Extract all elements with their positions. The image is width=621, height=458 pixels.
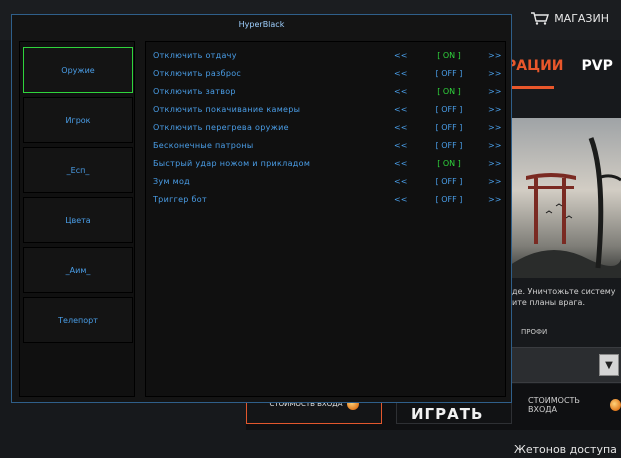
store-button[interactable]: МАГАЗИН — [531, 12, 609, 25]
option-state: [ ON ] — [437, 51, 461, 60]
option-state: [ OFF ] — [435, 69, 463, 78]
mission-image — [506, 118, 621, 278]
option-row: Отключить разброс << [ OFF ] >> — [146, 65, 505, 83]
tab-teleport[interactable]: Телепорт — [23, 297, 133, 343]
difficulty-bar: ▼ — [506, 347, 621, 383]
option-row: Зум мод << [ OFF ] >> — [146, 173, 505, 191]
option-row: Быстрый удар ножом и прикладом << [ ON ]… — [146, 155, 505, 173]
option-label: Быстрый удар ножом и прикладом — [153, 159, 311, 168]
option-row: Отключить затвор << [ ON ] >> — [146, 83, 505, 101]
option-state: [ OFF ] — [435, 141, 463, 150]
cheat-menu-title: HyperBlack — [238, 20, 285, 29]
option-label: Отключить перегрева оружие — [153, 123, 289, 132]
option-row: Отключить отдачу << [ ON ] >> — [146, 47, 505, 65]
tab-aim[interactable]: _Аим_ — [23, 247, 133, 293]
option-label: Отключить покачивание камеры — [153, 105, 301, 114]
cheat-menu-window: HyperBlack Оружие Игрок _Есп_ Цвета _Аим… — [11, 14, 512, 403]
store-label: МАГАЗИН — [554, 12, 609, 25]
option-state: [ ON ] — [437, 159, 461, 168]
entry-cost-right[interactable]: СТОИМОСТЬ ВХОДА — [528, 396, 621, 414]
option-prev-button[interactable]: << — [394, 101, 407, 119]
tab-operations[interactable]: РАЦИИ — [506, 58, 564, 74]
mission-description: де. Уничтожьте систему ите планы врага. — [512, 287, 616, 307]
option-next-button[interactable]: >> — [488, 191, 501, 209]
option-state: [ OFF ] — [435, 195, 463, 204]
tab-weapon[interactable]: Оружие — [23, 47, 133, 93]
tab-colors[interactable]: Цвета — [23, 197, 133, 243]
option-prev-button[interactable]: << — [394, 191, 407, 209]
torii-illustration — [506, 118, 621, 278]
tab-esp[interactable]: _Есп_ — [23, 147, 133, 193]
tab-pvp[interactable]: PVP — [582, 58, 613, 74]
option-prev-button[interactable]: << — [394, 137, 407, 155]
option-row: Отключить покачивание камеры << [ OFF ] … — [146, 101, 505, 119]
option-state: [ ON ] — [437, 87, 461, 96]
option-state: [ OFF ] — [435, 105, 463, 114]
option-next-button[interactable]: >> — [488, 47, 501, 65]
option-next-button[interactable]: >> — [488, 101, 501, 119]
tokens-label: Жетонов доступа — [514, 443, 617, 456]
option-next-button[interactable]: >> — [488, 137, 501, 155]
option-row: Бесконечные патроны << [ OFF ] >> — [146, 137, 505, 155]
option-prev-button[interactable]: << — [394, 155, 407, 173]
option-next-button[interactable]: >> — [488, 65, 501, 83]
cart-icon — [531, 12, 550, 25]
entry-cost-right-label: СТОИМОСТЬ ВХОДА — [528, 396, 580, 414]
options-panel: Отключить отдачу << [ ON ] >> Отключить … — [145, 41, 506, 397]
option-prev-button[interactable]: << — [394, 119, 407, 137]
option-label: Триггер бот — [153, 195, 207, 204]
option-next-button[interactable]: >> — [488, 173, 501, 191]
option-prev-button[interactable]: << — [394, 65, 407, 83]
option-prev-button[interactable]: << — [394, 83, 407, 101]
option-prev-button[interactable]: << — [394, 47, 407, 65]
option-next-button[interactable]: >> — [488, 83, 501, 101]
option-label: Отключить разброс — [153, 69, 242, 78]
option-row: Триггер бот << [ OFF ] >> — [146, 191, 505, 209]
option-state: [ OFF ] — [435, 177, 463, 186]
coin-icon — [609, 399, 621, 411]
option-row: Отключить перегрева оружие << [ OFF ] >> — [146, 119, 505, 137]
option-next-button[interactable]: >> — [488, 155, 501, 173]
option-label: Бесконечные патроны — [153, 141, 254, 150]
option-state: [ OFF ] — [435, 123, 463, 132]
active-tab-underline — [506, 86, 554, 89]
option-label: Отключить отдачу — [153, 51, 237, 60]
tab-player[interactable]: Игрок — [23, 97, 133, 143]
difficulty-label: ПРОФИ — [521, 328, 548, 336]
dropdown-arrow-icon[interactable]: ▼ — [599, 354, 619, 376]
tab-panel: Оружие Игрок _Есп_ Цвета _Аим_ Телепорт — [19, 41, 135, 397]
mode-tabs: РАЦИИ PVP P — [506, 58, 621, 74]
option-next-button[interactable]: >> — [488, 119, 501, 137]
option-label: Зум мод — [153, 177, 191, 186]
option-label: Отключить затвор — [153, 87, 236, 96]
option-prev-button[interactable]: << — [394, 173, 407, 191]
